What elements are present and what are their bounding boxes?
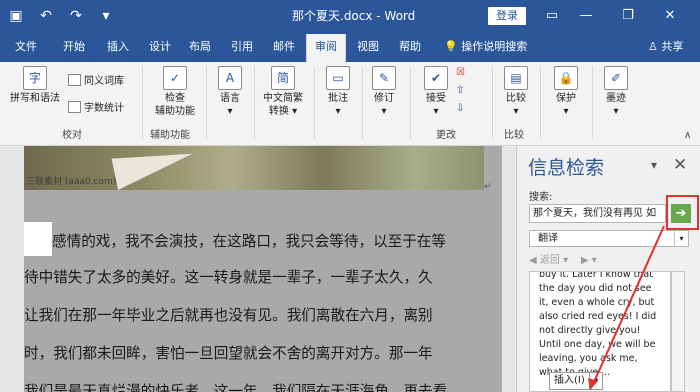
insert-button[interactable]: 插入(I) bbox=[549, 372, 590, 390]
spelling-grammar-button[interactable]: 字拼写和语法 bbox=[8, 66, 62, 105]
undo-icon[interactable]: ↶ bbox=[36, 6, 56, 26]
comment-button[interactable]: ▭ 批注 ▾ bbox=[318, 66, 358, 118]
spelling-icon: 字 bbox=[23, 66, 47, 90]
group-accessibility-label: 辅助功能 bbox=[150, 130, 190, 141]
cursor-selection-gap bbox=[24, 222, 52, 256]
tab-view[interactable]: 视图 bbox=[348, 34, 388, 62]
divider bbox=[592, 66, 593, 140]
thesaurus-button[interactable]: 同义词库 bbox=[68, 74, 124, 89]
protect-button[interactable]: 🔒 保护 ▾ bbox=[546, 66, 586, 118]
chevron-down-icon[interactable]: ▾ bbox=[674, 231, 688, 246]
accept-icon: ✔ bbox=[424, 66, 448, 90]
share-button[interactable]: ♙ 共享 bbox=[648, 34, 683, 62]
text-line: 时，我们都未回眸，害怕一旦回望就会不舍的离开对方。那一年 bbox=[24, 345, 433, 362]
paper-plane-image bbox=[111, 146, 197, 190]
check-accessibility-button[interactable]: ✓ 检查 辅助功能 bbox=[148, 66, 202, 118]
chinese-conversion-button[interactable]: 简 中文简繁 转换 ▾ bbox=[256, 66, 310, 118]
start-search-button[interactable]: ➔ bbox=[671, 204, 691, 223]
forward-button[interactable]: ▶ bbox=[581, 255, 589, 266]
divider bbox=[142, 66, 143, 140]
text-line: 我们是最天真烂漫的快乐者。这一年，我们隔在天涯海角。再去看 bbox=[24, 383, 448, 392]
divider bbox=[540, 66, 541, 140]
research-pane: 信息检索 ▾ ✕ 搜索: 那个夏天，我们没有再见 如 ➔ 翻译 ▾ ◀ 返回 ▾… bbox=[516, 146, 700, 392]
previous-change-icon[interactable]: ⇧ bbox=[456, 84, 464, 98]
tab-layout[interactable]: 布局 bbox=[180, 34, 220, 62]
pane-title: 信息检索 bbox=[528, 157, 605, 179]
source-value: 翻译 bbox=[538, 233, 558, 244]
insert-dropdown-icon[interactable]: ▾ bbox=[589, 372, 603, 390]
back-dropdown-icon[interactable]: ▾ bbox=[563, 255, 568, 266]
compare-icon: ▤ bbox=[504, 66, 528, 90]
document-area: 三联素材 (aaa0.com) ↵ 感情的戏，我不会演技，在这路口，我只会等待，… bbox=[0, 146, 516, 392]
document-page[interactable]: 三联素材 (aaa0.com) ↵ 感情的戏，我不会演技，在这路口，我只会等待，… bbox=[24, 146, 502, 392]
comment-icon: ▭ bbox=[326, 66, 350, 90]
chinese-conversion-icon: 简 bbox=[271, 66, 295, 90]
document-title: 那个夏天.docx - Word bbox=[292, 9, 416, 23]
word-window: ▣ ↶ ↷ ▾ 那个夏天.docx - Word 登录 ▭ — ❐ ✕ 文件 开… bbox=[0, 0, 700, 392]
tab-help[interactable]: 帮助 bbox=[390, 34, 430, 62]
quick-access-toolbar: ▣ ↶ ↷ ▾ bbox=[6, 6, 116, 26]
group-changes-label: 更改 bbox=[436, 130, 456, 141]
group-compare-label: 比较 bbox=[504, 130, 524, 141]
divider bbox=[492, 66, 493, 140]
protect-icon: 🔒 bbox=[554, 66, 578, 90]
pane-close-icon[interactable]: ✕ bbox=[673, 155, 687, 175]
history-nav: ◀ 返回 ▾ ▶ ▾ bbox=[529, 251, 597, 266]
ink-icon: ✐ bbox=[604, 66, 628, 90]
language-button[interactable]: A 语言 ▾ bbox=[210, 66, 250, 118]
tell-me-search[interactable]: 💡 操作说明搜索 bbox=[444, 34, 527, 62]
customize-toolbar-icon[interactable]: ▾ bbox=[96, 6, 116, 26]
word-count-icon bbox=[68, 101, 81, 113]
forward-dropdown-icon[interactable]: ▾ bbox=[592, 255, 597, 266]
ink-button[interactable]: ✐ 墨迹 ▾ bbox=[596, 66, 636, 118]
ribbon-display-options-icon[interactable]: ▭ bbox=[542, 7, 562, 25]
next-change-icon[interactable]: ⇩ bbox=[456, 102, 464, 116]
document-image: 三联素材 (aaa0.com) bbox=[24, 146, 484, 190]
search-label: 搜索: bbox=[529, 192, 553, 203]
tab-design[interactable]: 设计 bbox=[140, 34, 180, 62]
word-count-button[interactable]: 字数统计 bbox=[68, 101, 124, 116]
tab-file[interactable]: 文件 bbox=[6, 34, 46, 62]
translation-result: buy it. Later I know that the day you di… bbox=[539, 271, 657, 378]
language-icon: A bbox=[218, 66, 242, 90]
divider bbox=[254, 66, 255, 140]
divider bbox=[206, 66, 207, 140]
tab-mailings[interactable]: 邮件 bbox=[264, 34, 304, 62]
pane-options-icon[interactable]: ▾ bbox=[651, 158, 657, 172]
paragraph-mark: ↵ bbox=[484, 182, 492, 192]
search-input[interactable]: 那个夏天，我们没有再见 如 bbox=[529, 204, 666, 223]
redo-icon[interactable]: ↷ bbox=[66, 6, 86, 26]
text-line: 让我们在那一年毕业之后就再也没有见。我们离散在六月，离别 bbox=[24, 307, 433, 324]
save-icon[interactable]: ▣ bbox=[6, 6, 26, 26]
compare-button[interactable]: ▤ 比较 ▾ bbox=[496, 66, 536, 118]
text-line: 感情的戏，我不会演技，在这路口，我只会等待，以至于在等 bbox=[52, 233, 447, 250]
divider bbox=[314, 66, 315, 140]
track-changes-button[interactable]: ✎ 修订 ▾ bbox=[364, 66, 404, 118]
reference-source-select[interactable]: 翻译 ▾ bbox=[529, 230, 689, 247]
login-button[interactable]: 登录 bbox=[488, 7, 526, 25]
thesaurus-icon bbox=[68, 74, 81, 86]
tab-review[interactable]: 审阅 bbox=[306, 34, 346, 62]
divider bbox=[410, 66, 411, 140]
results-scrollbar[interactable] bbox=[671, 271, 685, 392]
tab-references[interactable]: 引用 bbox=[222, 34, 262, 62]
close-button[interactable]: ✕ bbox=[660, 7, 680, 25]
divider bbox=[362, 66, 363, 140]
ribbon-tabs: 文件 开始 插入 设计 布局 引用 邮件 审阅 视图 帮助 💡 操作说明搜索 ♙… bbox=[0, 34, 700, 62]
reject-icon[interactable]: ☒ bbox=[456, 66, 465, 80]
group-proofing-label: 校对 bbox=[62, 130, 82, 141]
back-button[interactable]: ◀ 返回 bbox=[529, 255, 560, 266]
title-bar: ▣ ↶ ↷ ▾ 那个夏天.docx - Word 登录 ▭ — ❐ ✕ bbox=[0, 0, 700, 34]
accept-button[interactable]: ✔ 接受 ▾ bbox=[416, 66, 456, 118]
minimize-button[interactable]: — bbox=[576, 7, 596, 25]
accessibility-icon: ✓ bbox=[163, 66, 187, 90]
tab-home[interactable]: 开始 bbox=[54, 34, 94, 62]
collapse-ribbon-icon[interactable]: ∧ bbox=[684, 130, 691, 141]
image-watermark: 三联素材 (aaa0.com) bbox=[26, 177, 117, 187]
restore-button[interactable]: ❐ bbox=[618, 7, 638, 25]
track-changes-icon: ✎ bbox=[372, 66, 396, 90]
text-line: 待中错失了太多的美好。这一转身就是一辈子，一辈子太久，久 bbox=[24, 269, 433, 286]
tab-insert[interactable]: 插入 bbox=[98, 34, 138, 62]
